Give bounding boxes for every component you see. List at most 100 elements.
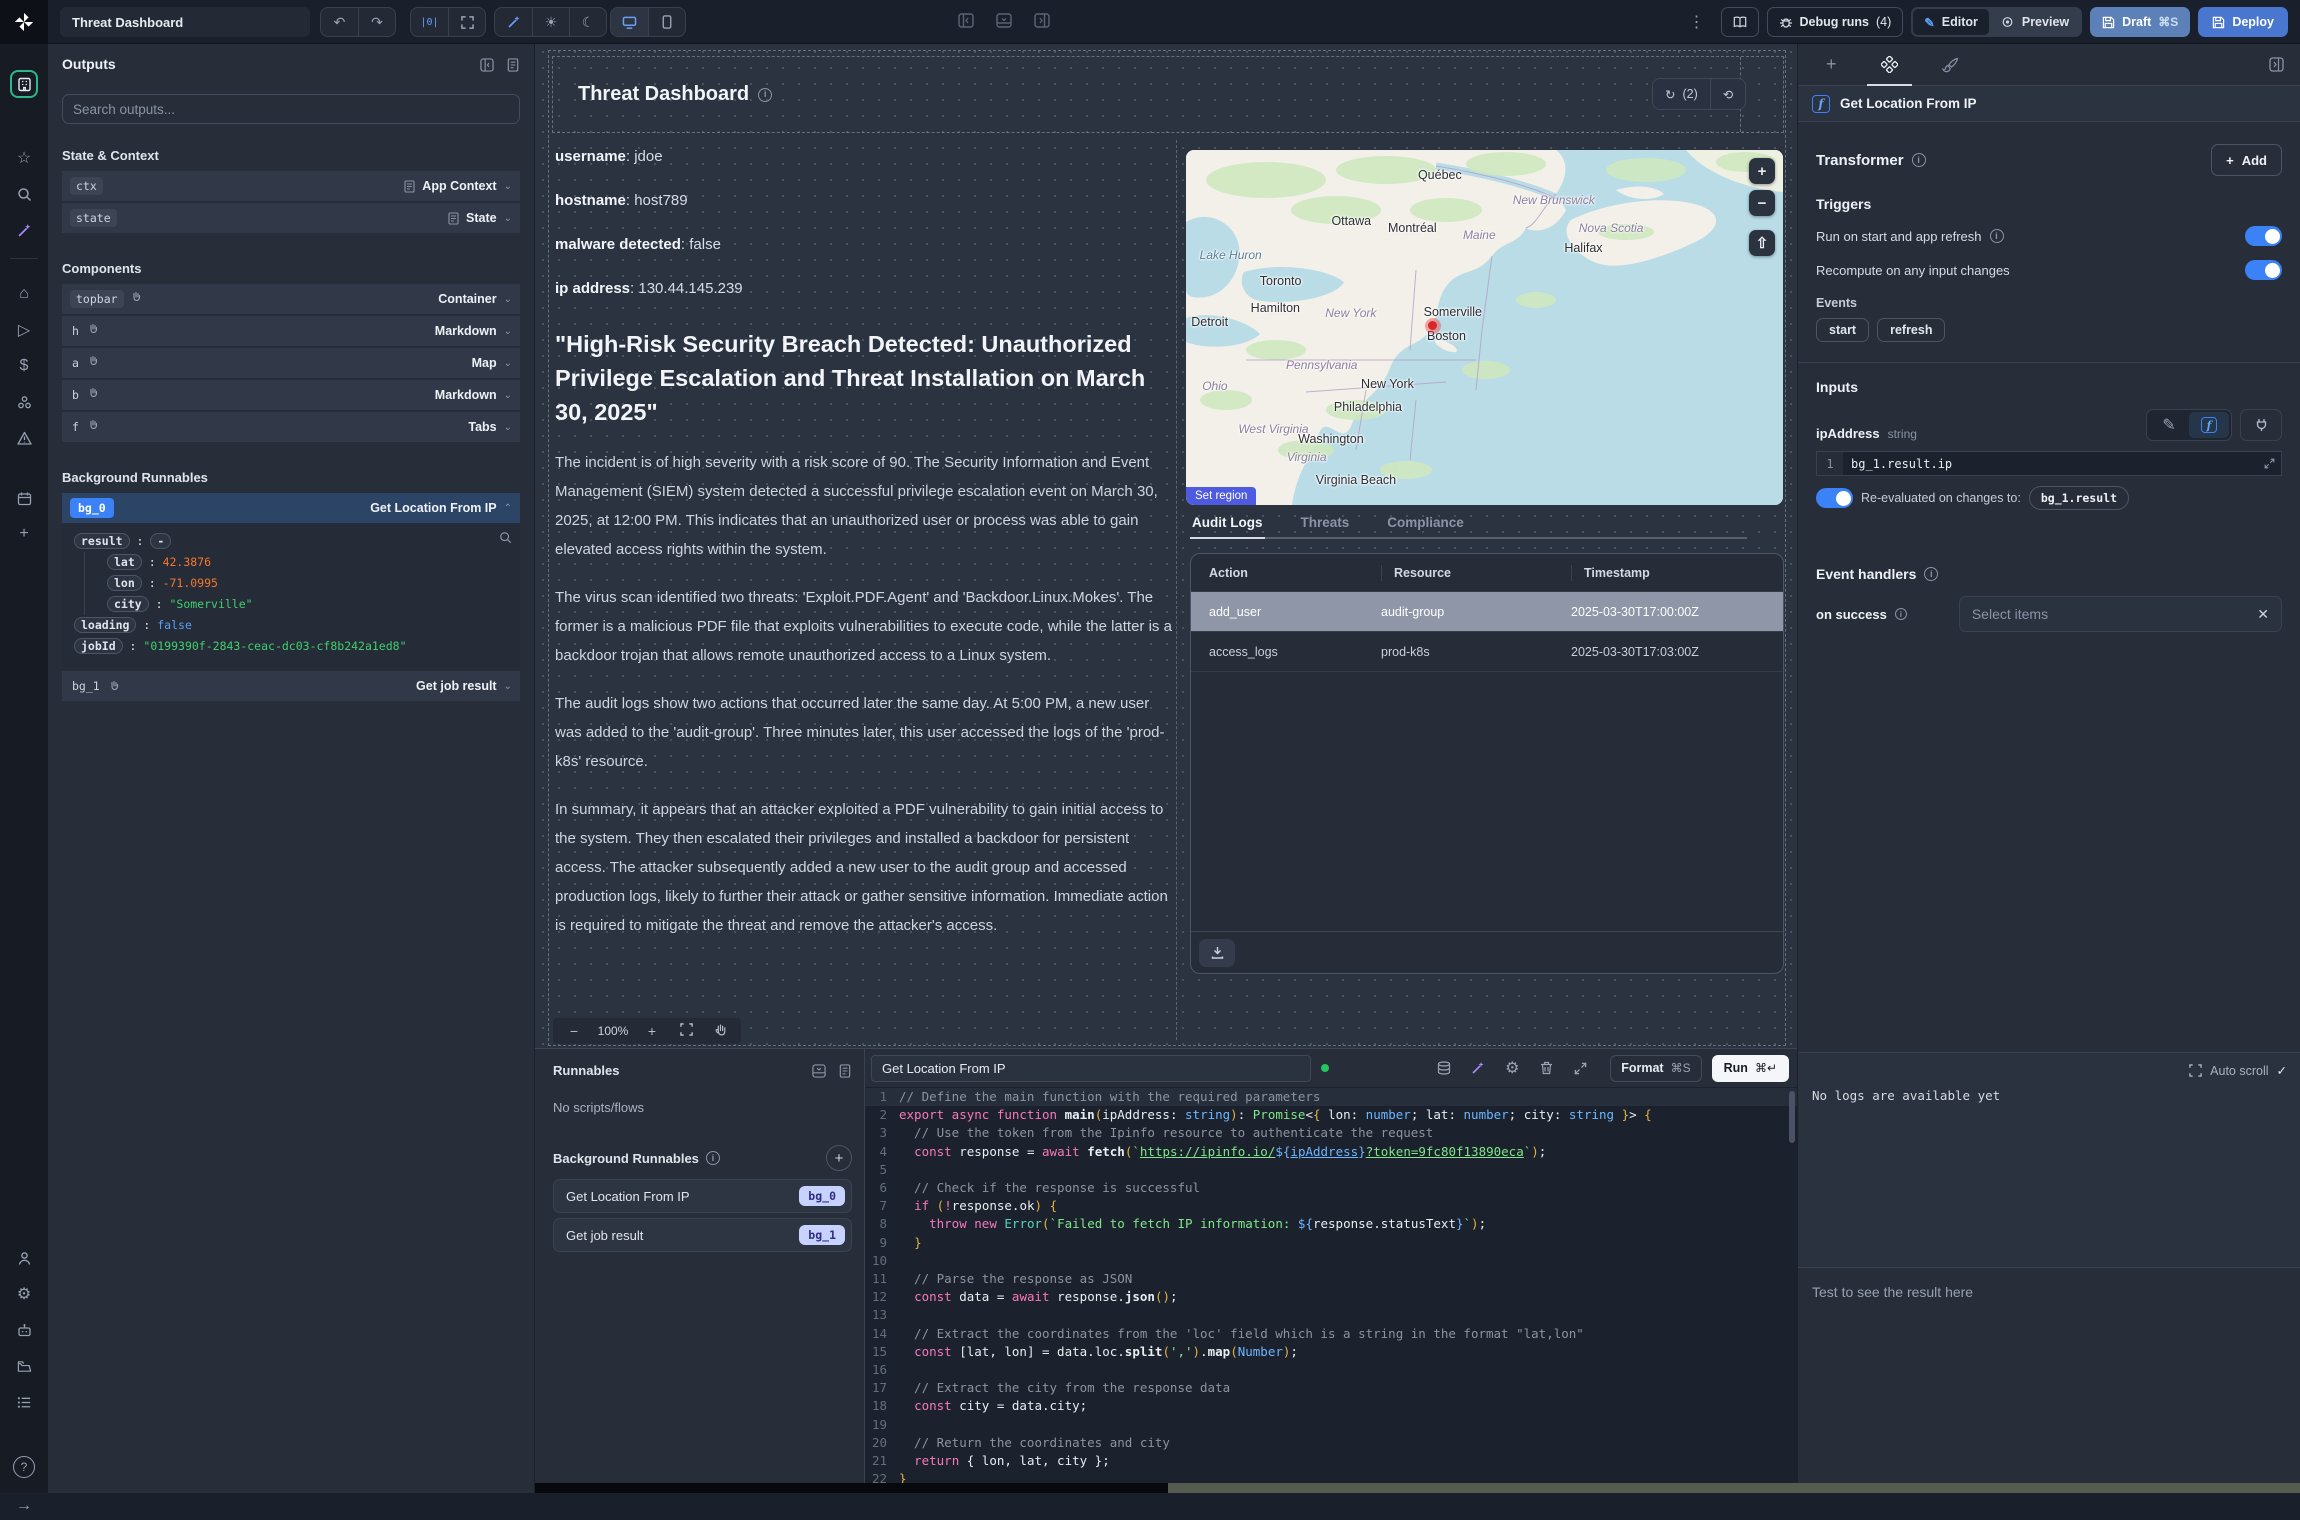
- map-zoom-in-button[interactable]: +: [1749, 158, 1775, 184]
- rail-favorites[interactable]: ☆: [10, 144, 38, 172]
- mobile-view-button[interactable]: [648, 8, 685, 36]
- collapse-panel-icon[interactable]: [480, 58, 494, 72]
- refresh-app-button[interactable]: ↻(2): [1653, 79, 1710, 109]
- map-zoom-out-button[interactable]: −: [1749, 190, 1775, 216]
- event-chip-start[interactable]: start: [1816, 318, 1869, 342]
- rail-runs[interactable]: ▷: [10, 316, 38, 344]
- script-settings-icon[interactable]: ⚙: [1500, 1058, 1524, 1078]
- code-line[interactable]: 20 // Return the coordinates and city: [865, 1434, 1797, 1452]
- component-row-f[interactable]: fTabs⌄: [62, 412, 520, 442]
- code-line[interactable]: 17 // Extract the city from the response…: [865, 1379, 1797, 1397]
- ipaddress-expr-input[interactable]: 1 bg_1.result.ip: [1816, 451, 2282, 476]
- code-scrollbar[interactable]: [1789, 1091, 1795, 1143]
- event-chip-refresh[interactable]: refresh: [1877, 318, 1945, 342]
- col-timestamp[interactable]: Timestamp: [1571, 565, 1783, 581]
- toggle-left-panel-icon[interactable]: [958, 13, 974, 28]
- static-mode-button[interactable]: ✎: [2149, 412, 2189, 438]
- code-area[interactable]: 1// Define the main function with the re…: [865, 1087, 1797, 1484]
- reeval-toggle[interactable]: [1816, 488, 1853, 508]
- rail-folders[interactable]: [10, 1352, 38, 1380]
- fit-view-button[interactable]: [671, 1023, 701, 1039]
- tab-compliance[interactable]: Compliance: [1385, 511, 1466, 537]
- connect-input-button[interactable]: [2240, 409, 2282, 441]
- topbar-container-outline[interactable]: Threat Dashboard i: [552, 56, 1784, 133]
- toggle-bottom-panel-icon[interactable]: [996, 13, 1012, 28]
- expand-expr-icon[interactable]: [2264, 458, 2275, 469]
- script-name-input[interactable]: [871, 1055, 1311, 1082]
- zoom-in-button[interactable]: +: [637, 1023, 667, 1039]
- json-line-lat[interactable]: lat : 42.3876: [107, 552, 510, 573]
- code-line[interactable]: 19: [865, 1416, 1797, 1434]
- code-line[interactable]: 4 const response = await fetch(`https://…: [865, 1143, 1797, 1161]
- collapse-bottom-icon[interactable]: [812, 1064, 826, 1078]
- bottom-scrollbar[interactable]: [535, 1483, 2300, 1493]
- light-mode-button[interactable]: ☀: [532, 8, 569, 36]
- rail-account[interactable]: [10, 1244, 38, 1272]
- rail-help[interactable]: ?: [13, 1456, 35, 1478]
- zoom-out-button[interactable]: −: [559, 1023, 589, 1039]
- code-line[interactable]: 16: [865, 1361, 1797, 1379]
- output-row-state[interactable]: state State⌄: [62, 203, 520, 233]
- rail-schedules[interactable]: [10, 484, 38, 512]
- run-on-start-toggle[interactable]: [2245, 226, 2282, 246]
- styling-tab[interactable]: [1942, 44, 1959, 86]
- search-outputs-input[interactable]: [62, 94, 520, 124]
- doc-panel-icon[interactable]: [506, 58, 520, 72]
- output-row-ctx[interactable]: ctx App Context⌄: [62, 171, 520, 201]
- bg0-row[interactable]: bg_0 Get Location From IP⌃: [62, 493, 520, 523]
- doc-panel-icon[interactable]: [838, 1064, 852, 1078]
- code-line[interactable]: 21 return { lon, lat, city };: [865, 1452, 1797, 1470]
- map[interactable]: QuébecOttawaMontréalNew BrunswickNova Sc…: [1186, 150, 1783, 505]
- rail-app-editor[interactable]: [10, 70, 38, 98]
- app-canvas[interactable]: Threat Dashboard i ↻(2) ⟲ username: jdoe…: [535, 44, 1797, 1048]
- code-line[interactable]: 3 // Use the token from the Ipinfo resou…: [865, 1124, 1797, 1142]
- check-icon[interactable]: ✓: [2277, 1063, 2287, 1078]
- windmill-logo[interactable]: [0, 0, 48, 44]
- markdown-column[interactable]: username: jdoe hostname: host789 malware…: [555, 148, 1175, 940]
- delete-script-icon[interactable]: [1534, 1061, 1558, 1075]
- rail-workers[interactable]: [10, 1316, 38, 1344]
- code-line[interactable]: 22}: [865, 1470, 1797, 1484]
- undo-button[interactable]: ↶: [321, 8, 358, 36]
- cache-icon[interactable]: [1432, 1061, 1456, 1076]
- code-line[interactable]: 18 const city = data.city;: [865, 1397, 1797, 1415]
- json-line-lon[interactable]: lon : -71.0995: [107, 573, 510, 594]
- recompute-button[interactable]: ⟲: [1710, 79, 1745, 109]
- code-line[interactable]: 1// Define the main function with the re…: [865, 1088, 1797, 1106]
- json-line-result[interactable]: result : -: [74, 531, 510, 552]
- bg-runnable-item[interactable]: Get job resultbg_1: [553, 1218, 852, 1252]
- app-title-input[interactable]: Threat Dashboard: [60, 7, 310, 37]
- code-line[interactable]: 14 // Extract the coordinates from the '…: [865, 1325, 1797, 1343]
- rail-variables[interactable]: $: [10, 352, 38, 380]
- pan-hand-button[interactable]: [705, 1023, 735, 1040]
- component-row-topbar[interactable]: topbarContainer⌄: [62, 284, 520, 314]
- rail-ai-wand[interactable]: [10, 216, 38, 244]
- kebab-menu-icon[interactable]: ⋮: [1681, 12, 1713, 32]
- component-settings-tab[interactable]: [1867, 44, 1912, 86]
- code-line[interactable]: 10: [865, 1252, 1797, 1270]
- code-line[interactable]: 2export async function main(ipAddress: s…: [865, 1106, 1797, 1124]
- deploy-button[interactable]: Deploy: [2198, 7, 2288, 37]
- on-success-select[interactable]: Select items ✕: [1959, 596, 2282, 632]
- preview-tab[interactable]: Preview: [1989, 9, 2080, 35]
- code-line[interactable]: 13: [865, 1306, 1797, 1324]
- expand-editor-icon[interactable]: [1568, 1062, 1592, 1075]
- code-line[interactable]: 11 // Parse the response as JSON: [865, 1270, 1797, 1288]
- close-icon[interactable]: ✕: [2257, 606, 2269, 623]
- recompute-toggle[interactable]: [2245, 260, 2282, 280]
- set-region-button[interactable]: Set region: [1186, 487, 1256, 505]
- code-line[interactable]: 15 const [lat, lon] = data.loc.split(','…: [865, 1343, 1797, 1361]
- rail-home[interactable]: ⌂: [10, 280, 38, 308]
- draft-button[interactable]: Draft ⌘S: [2090, 7, 2190, 37]
- code-line[interactable]: 5: [865, 1161, 1797, 1179]
- bg1-row[interactable]: bg_1 Get job result⌄: [62, 671, 520, 701]
- insert-component-tab[interactable]: +: [1826, 44, 1837, 86]
- col-resource[interactable]: Resource: [1381, 565, 1571, 581]
- zero-state-button[interactable]: |0|: [411, 8, 448, 36]
- tab-threats[interactable]: Threats: [1299, 511, 1352, 537]
- component-row-a[interactable]: aMap⌄: [62, 348, 520, 378]
- ai-assistant-icon[interactable]: [1466, 1061, 1490, 1075]
- rail-search[interactable]: [10, 180, 38, 208]
- code-line[interactable]: 7 if (!response.ok) {: [865, 1197, 1797, 1215]
- table-row[interactable]: access_logs prod-k8s 2025-03-30T17:03:00…: [1191, 632, 1783, 672]
